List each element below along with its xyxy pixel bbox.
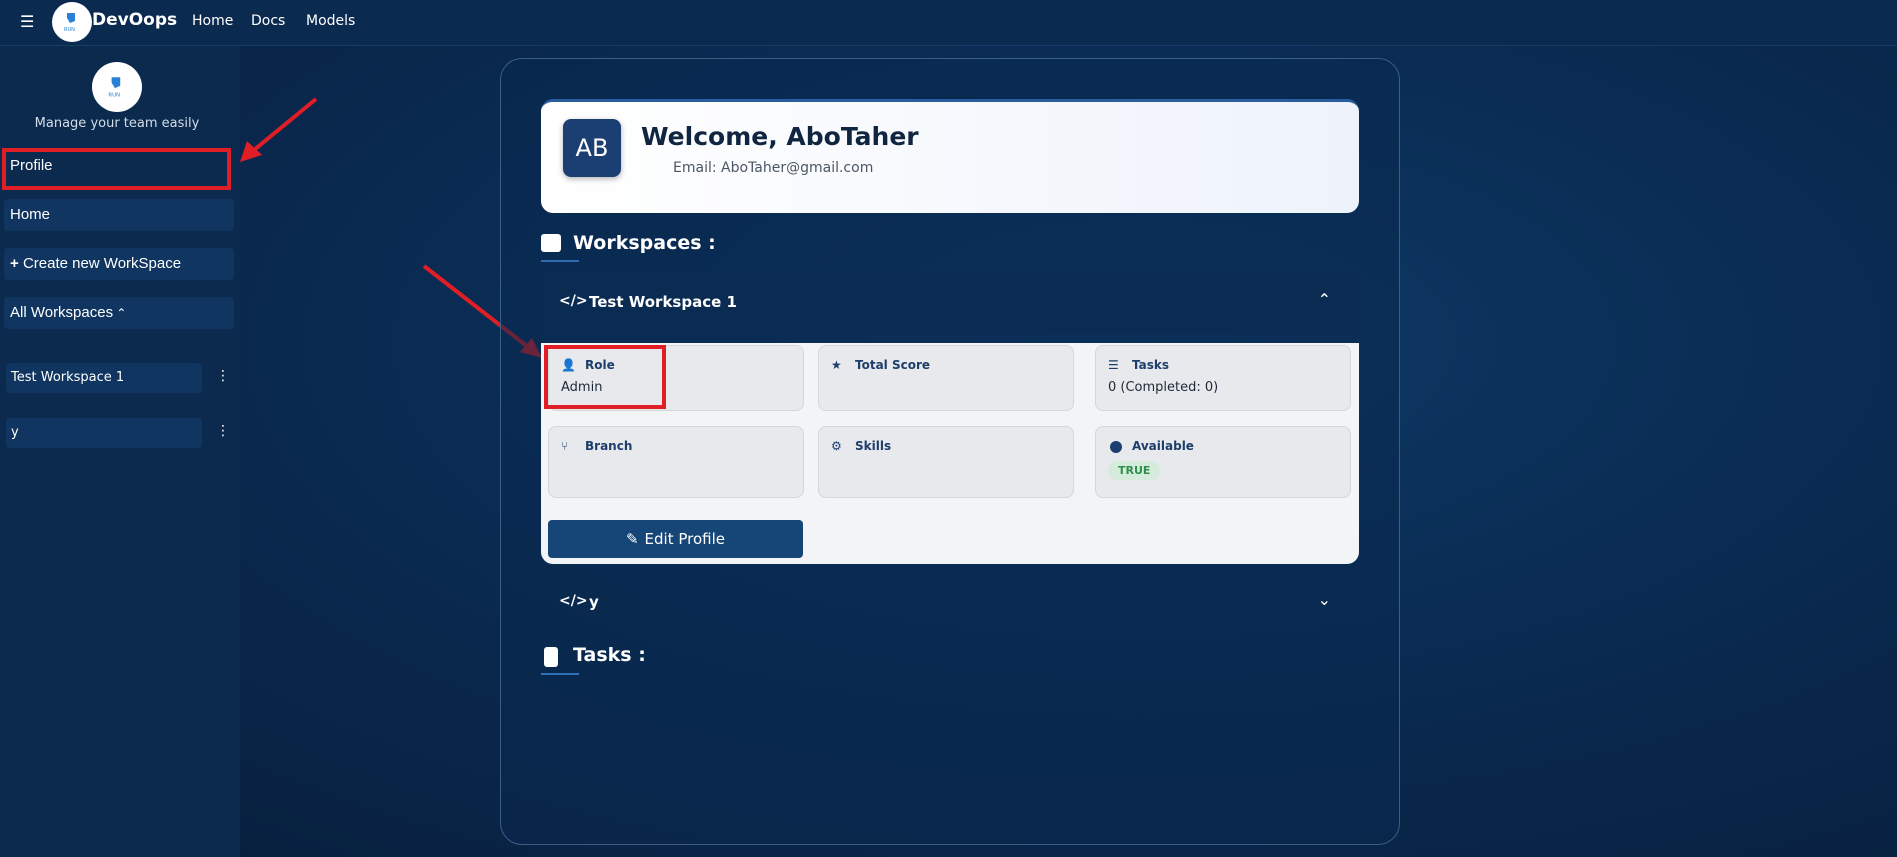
workspace-accordion-header[interactable]: </> y ⌄ [541, 573, 1359, 635]
svg-text:RUN: RUN [108, 93, 120, 99]
briefcase-icon [541, 234, 561, 252]
status-badge: TRUE [1108, 461, 1161, 480]
workspace-accordion-title: Test Workspace 1 [589, 293, 737, 311]
sidebar-item-label: Create new WorkSpace [22, 255, 182, 272]
annotation-highlight-profile [2, 148, 231, 190]
edit-profile-label: Edit Profile [644, 530, 726, 548]
top-navbar: ☰ RUN DevOops Home Docs Models [0, 0, 1897, 46]
annotation-arrow-line [252, 97, 318, 152]
workspace-name: Test Workspace 1 [11, 370, 125, 385]
star-icon: ★ [831, 358, 842, 372]
svg-text:RUN: RUN [64, 27, 75, 33]
kebab-menu-icon[interactable]: ⋮ [216, 423, 230, 439]
sidebar-item-label: All Workspaces [10, 304, 114, 321]
code-icon: </> [559, 293, 588, 309]
circle-icon [1110, 441, 1122, 453]
edit-icon: ✎ [625, 530, 639, 548]
available-tile: Available TRUE [1095, 426, 1351, 498]
tile-label: Tasks [1132, 358, 1170, 372]
user-email: Email: AboTaher@gmail.com [673, 160, 874, 176]
annotation-arrowhead [240, 141, 262, 162]
edit-profile-button[interactable]: ✎ Edit Profile [548, 520, 803, 558]
sidebar-tagline: Manage your team easily [34, 116, 200, 131]
tasks-tile: ☰ Tasks 0 (Completed: 0) [1095, 345, 1351, 411]
tile-label: Available [1132, 439, 1194, 453]
profile-header-card: AB Welcome, AboTaher Email: AboTaher@gma… [541, 99, 1359, 213]
create-workspace-button[interactable]: + Create new WorkSpace [4, 248, 234, 280]
nav-home-link[interactable]: Home [192, 13, 233, 29]
sidebar-workspace-item[interactable]: Test Workspace 1 [6, 363, 202, 393]
all-workspaces-toggle[interactable]: All Workspaces ⌃ [4, 297, 234, 329]
sidebar-workspace-item[interactable]: y [6, 418, 202, 448]
welcome-heading: Welcome, AboTaher [641, 122, 919, 151]
chevron-down-icon[interactable]: ⌄ [1318, 590, 1331, 609]
total-score-tile: ★ Total Score [818, 345, 1074, 411]
workspace-name: y [11, 425, 19, 440]
workspace-accordion-title: y [589, 593, 599, 611]
sidebar-item-home[interactable]: Home [4, 199, 234, 231]
tile-label: Branch [585, 439, 633, 453]
hamburger-icon[interactable]: ☰ [20, 12, 34, 31]
annotation-highlight-role [544, 345, 666, 409]
kebab-menu-icon[interactable]: ⋮ [216, 368, 230, 384]
code-branch-icon: ⑂ [561, 439, 569, 453]
brand-logo[interactable]: RUN [52, 2, 92, 42]
nav-docs-link[interactable]: Docs [251, 13, 285, 29]
tile-value: 0 (Completed: 0) [1108, 380, 1219, 395]
section-underline [541, 260, 579, 262]
nav-models-link[interactable]: Models [306, 13, 355, 29]
plus-icon: + [10, 255, 23, 272]
skills-tile: ⚙ Skills [818, 426, 1074, 498]
chevron-up-icon[interactable]: ⌃ [1318, 290, 1331, 309]
brand-name[interactable]: DevOops [92, 10, 177, 30]
workspace-accordion-header[interactable]: </> Test Workspace 1 ⌃ [541, 273, 1359, 335]
clipboard-icon [544, 647, 558, 667]
tile-label: Total Score [855, 358, 931, 372]
code-icon: </> [559, 593, 588, 609]
workspaces-section-title: Workspaces : [573, 232, 716, 254]
chevron-up-icon: ⌃ [113, 306, 127, 320]
tasks-section-title: Tasks : [573, 644, 646, 666]
gears-icon: ⚙ [831, 439, 842, 453]
avatar: AB [563, 119, 621, 177]
tile-label: Skills [855, 439, 892, 453]
list-check-icon: ☰ [1108, 358, 1119, 372]
sidebar-item-label: Home [10, 206, 51, 223]
section-underline [541, 673, 579, 675]
sidebar-logo: RUN [92, 62, 142, 112]
branch-tile: ⑂ Branch [548, 426, 804, 498]
